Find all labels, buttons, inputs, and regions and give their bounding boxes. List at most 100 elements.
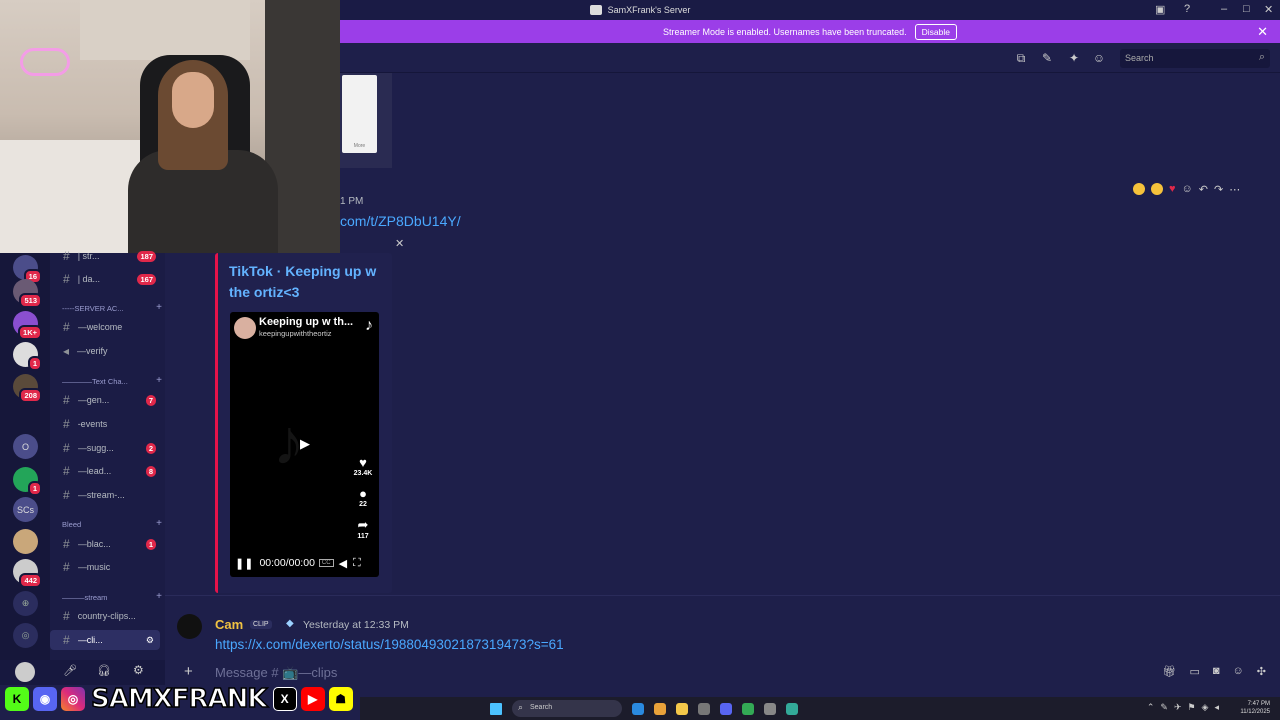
system-tray[interactable]: ⌃✎✈⚑◈◂ bbox=[1147, 702, 1225, 713]
heart-reaction-icon[interactable]: ♥ bbox=[1169, 183, 1176, 195]
help-icon[interactable]: ? bbox=[1184, 3, 1190, 15]
channel-item[interactable]: ◂ —verify bbox=[50, 341, 160, 361]
channel-item[interactable]: # —music bbox=[50, 557, 160, 577]
minimize-button[interactable]: – bbox=[1221, 3, 1227, 15]
add-server-icon[interactable]: ⊕ bbox=[13, 591, 38, 616]
channel-item-active[interactable]: # —cli... ⚙ bbox=[50, 630, 160, 650]
forward-icon[interactable]: ↷ bbox=[1214, 183, 1223, 196]
pin-icon[interactable]: ✦ bbox=[1067, 51, 1081, 65]
channel-item[interactable]: # —gen... 7 bbox=[50, 390, 160, 410]
category-header[interactable]: -----SERVER AC... + bbox=[62, 302, 162, 313]
file-explorer-icon[interactable] bbox=[676, 702, 688, 715]
headphones-icon[interactable]: 🎧︎ bbox=[97, 664, 111, 677]
clock-time: 7:47 PM bbox=[1247, 701, 1270, 707]
server-icon[interactable]: 442 bbox=[13, 559, 42, 588]
discover-icon[interactable]: ◎ bbox=[13, 623, 38, 648]
volume-icon[interactable]: ◀︎ bbox=[339, 557, 347, 570]
disable-button[interactable]: Disable bbox=[914, 23, 957, 40]
nitro-gem-icon: ◆ bbox=[286, 618, 294, 629]
threads-icon[interactable]: ⧉ bbox=[1014, 51, 1028, 65]
reply-icon[interactable]: ↶ bbox=[1199, 183, 1208, 196]
channel-item[interactable]: # —sugg... 2 bbox=[50, 438, 160, 458]
add-channel-icon[interactable]: + bbox=[156, 518, 162, 529]
more-options-icon[interactable]: ⋯ bbox=[1229, 183, 1240, 196]
channel-item[interactable]: # -events bbox=[50, 414, 160, 434]
channel-item[interactable]: # | str... 187 bbox=[50, 246, 160, 266]
server-icon[interactable] bbox=[13, 529, 38, 554]
video-title: Keeping up w th... bbox=[259, 316, 354, 328]
search-input[interactable]: Search ⌕ bbox=[1120, 49, 1270, 68]
cry-reaction-icon[interactable] bbox=[1151, 183, 1163, 195]
add-channel-icon[interactable]: + bbox=[156, 591, 162, 602]
server-icon[interactable]: 1K+ bbox=[13, 311, 42, 340]
category-name: -----SERVER AC... bbox=[62, 304, 124, 313]
channel-item[interactable]: # country-clips... bbox=[50, 606, 160, 626]
category-header[interactable]: Bleed + bbox=[62, 518, 162, 529]
image-attachment[interactable]: More bbox=[340, 73, 392, 168]
discord-taskbar-icon[interactable] bbox=[720, 702, 732, 715]
fullscreen-icon[interactable]: ⛶ bbox=[353, 557, 361, 570]
add-channel-icon[interactable]: + bbox=[156, 375, 162, 386]
channel-item[interactable]: # —blac... 1 bbox=[50, 534, 160, 554]
attach-icon[interactable]: + bbox=[184, 663, 193, 680]
windows-start-icon[interactable] bbox=[490, 702, 502, 715]
server-badge: 442 bbox=[19, 573, 42, 588]
sticker-icon[interactable]: ◙ bbox=[1213, 665, 1220, 678]
close-window-button[interactable]: ✕ bbox=[1264, 3, 1273, 16]
inbox-icon[interactable]: ▣ bbox=[1155, 3, 1165, 16]
message-author[interactable]: Cam bbox=[215, 617, 243, 632]
apps-icon[interactable]: ✣ bbox=[1257, 665, 1266, 678]
gif-icon[interactable]: ▭ bbox=[1189, 665, 1199, 678]
message-link[interactable]: com/t/ZP8DbU14Y/ bbox=[340, 213, 461, 229]
remove-embed-icon[interactable]: ✕ bbox=[395, 237, 404, 250]
channel-settings-icon[interactable]: ⚙ bbox=[146, 635, 154, 646]
emoji-icon[interactable]: ☺ bbox=[1233, 665, 1244, 678]
microphone-icon[interactable]: 🎤︎ bbox=[63, 664, 77, 677]
server-icon[interactable]: 513 bbox=[13, 279, 42, 308]
composer-tools: 🎁︎ ▭ ◙ ☺ ✣ bbox=[1163, 665, 1266, 678]
store-icon[interactable] bbox=[698, 702, 710, 715]
captions-icon[interactable]: CC bbox=[318, 559, 334, 567]
server-icon[interactable]: 16 bbox=[13, 255, 42, 284]
channel-item[interactable]: # —welcome bbox=[50, 317, 160, 337]
notifications-icon[interactable]: ✎ bbox=[1040, 51, 1054, 65]
server-badge: 513 bbox=[19, 293, 42, 308]
channel-list: # | str... 187 # | da... 167 -----SERVER AC.… bbox=[50, 249, 165, 660]
server-icon[interactable]: 1 bbox=[13, 467, 42, 496]
channel-icon: # bbox=[63, 488, 70, 502]
avatar[interactable] bbox=[15, 662, 35, 682]
category-header[interactable]: ———stream + bbox=[62, 591, 162, 602]
channel-item[interactable]: # —lead... 8 bbox=[50, 461, 160, 481]
add-reaction-icon[interactable]: ☺ bbox=[1182, 183, 1193, 195]
server-icon[interactable]: SCs bbox=[13, 497, 38, 522]
server-icon[interactable]: 208 bbox=[13, 374, 42, 403]
maximize-button[interactable]: □ bbox=[1243, 3, 1250, 15]
gift-icon[interactable]: 🎁︎ bbox=[1163, 665, 1177, 678]
channel-item[interactable]: # —stream-... bbox=[50, 485, 160, 505]
pause-icon[interactable]: ❚❚ bbox=[235, 557, 253, 570]
message-input[interactable]: Message # 📺—clips bbox=[215, 665, 337, 681]
member-list-icon[interactable]: ☺ bbox=[1092, 51, 1106, 65]
play-icon[interactable]: ▶ bbox=[300, 436, 310, 452]
heart-icon: ♥ bbox=[359, 455, 367, 470]
avatar[interactable] bbox=[177, 614, 202, 639]
app-icon[interactable] bbox=[786, 702, 798, 715]
taskbar-clock[interactable]: 7:47 PM 11/12/2025 bbox=[1240, 700, 1270, 716]
category-header[interactable]: ————Text Cha... + bbox=[62, 375, 162, 386]
server-icon[interactable]: O bbox=[13, 434, 38, 459]
channel-item[interactable]: # | da... 167 bbox=[50, 269, 160, 289]
taskbar-search[interactable]: Search bbox=[512, 700, 622, 717]
embed-title[interactable]: TikTok · Keeping up w the ortiz<3 bbox=[229, 261, 379, 303]
laugh-reaction-icon[interactable] bbox=[1133, 183, 1145, 195]
add-channel-icon[interactable]: + bbox=[156, 302, 162, 313]
server-icon[interactable]: 1 bbox=[13, 342, 42, 371]
chrome-icon[interactable] bbox=[654, 702, 666, 715]
settings-icon[interactable] bbox=[764, 702, 776, 715]
message-link[interactable]: https://x.com/dexerto/status/19880493021… bbox=[215, 637, 564, 652]
edge-icon[interactable] bbox=[632, 702, 644, 715]
user-settings-icon[interactable]: ⚙ bbox=[133, 663, 144, 677]
close-banner-icon[interactable]: ✕ bbox=[1257, 24, 1268, 40]
video-player[interactable]: Keeping up w th... keepingupwiththeortiz… bbox=[230, 312, 379, 577]
channel-name: -events bbox=[77, 419, 108, 429]
app-icon[interactable] bbox=[742, 702, 754, 715]
